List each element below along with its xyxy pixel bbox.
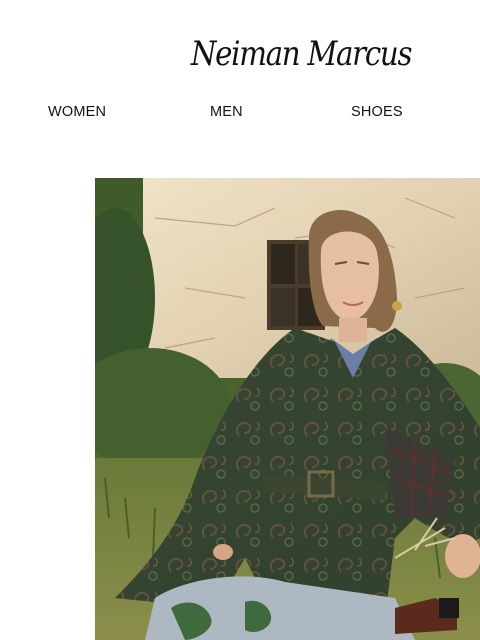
nav-item-women[interactable]: WOMEN [48,102,106,122]
top-navigation: WOMEN MEN SHOES [0,102,480,124]
hero-image[interactable] [95,178,480,640]
brand-logo[interactable]: Neiman Marcus [191,22,413,86]
email-page: Neiman Marcus WOMEN MEN SHOES [0,0,480,640]
nav-item-shoes[interactable]: SHOES [351,102,403,122]
fashion-photo-illustration [95,178,480,640]
nav-item-men[interactable]: MEN [210,102,243,122]
